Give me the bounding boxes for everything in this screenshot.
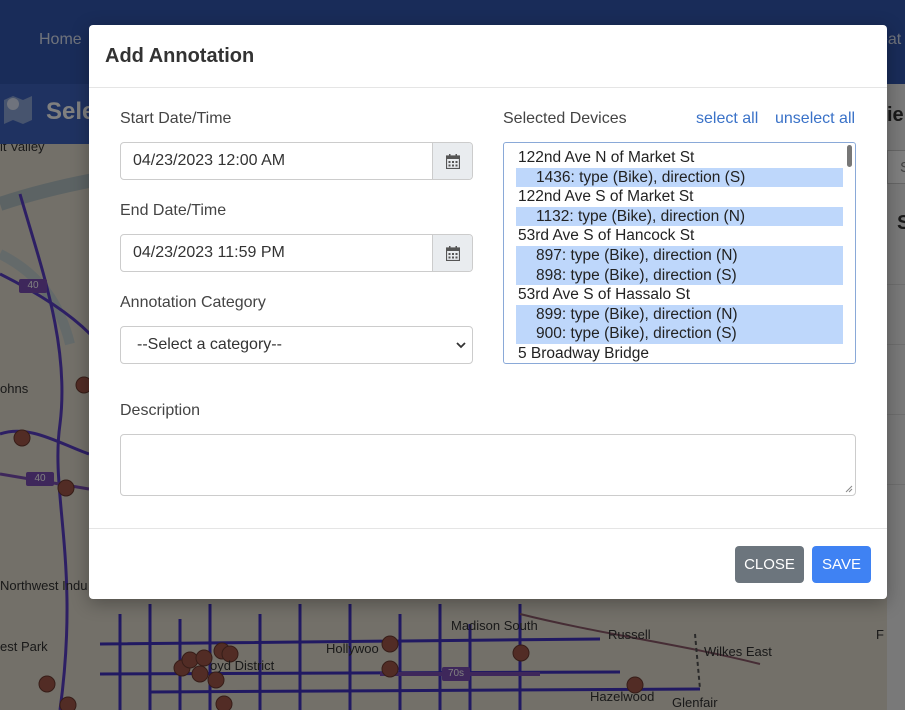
calendar-icon (446, 246, 460, 261)
device-group-label: 122nd Ave S of Market St (518, 188, 694, 206)
device-group-label: 5 Broadway Bridge (518, 345, 649, 362)
select-all-link[interactable]: select all (696, 110, 758, 128)
device-group-label: 53rd Ave S of Hassalo St (518, 286, 691, 304)
start-datetime-label: Start Date/Time (120, 110, 232, 127)
start-datetime-value: 04/23/2023 12:00 AM (133, 152, 286, 169)
end-calendar-button[interactable] (432, 235, 472, 271)
selected-devices-label: Selected Devices (503, 110, 627, 127)
start-calendar-button[interactable] (432, 143, 472, 179)
unselect-all-link[interactable]: unselect all (775, 110, 855, 128)
modal-title: Add Annotation (105, 45, 255, 67)
resize-handle-icon[interactable] (845, 485, 853, 493)
modal-header: Add Annotation (89, 25, 887, 88)
annotation-category-label: Annotation Category (120, 294, 266, 311)
end-datetime-label: End Date/Time (120, 202, 227, 219)
annotation-category-select[interactable]: --Select a category-- (120, 326, 473, 364)
device-option[interactable]: 899: type (Bike), direction (N) (516, 304, 843, 325)
device-option[interactable]: 898: type (Bike), direction (S) (516, 265, 843, 286)
start-datetime-input[interactable]: 04/23/2023 12:00 AM (120, 142, 473, 180)
close-button[interactable]: CLOSE (735, 546, 804, 583)
device-option[interactable]: 900: type (Bike), direction (S) (516, 324, 843, 344)
chevron-down-icon (456, 342, 466, 349)
device-group-label: 122nd Ave N of Market St (518, 149, 695, 166)
device-option[interactable]: 1132: type (Bike), direction (N) (516, 206, 843, 227)
modal-footer: CLOSE SAVE (89, 528, 887, 599)
description-label: Description (120, 402, 201, 419)
device-option[interactable]: 897: type (Bike), direction (N) (516, 246, 843, 266)
end-datetime-value: 04/23/2023 11:59 PM (133, 244, 285, 261)
add-annotation-modal: Add Annotation Start Date/Time 04/23/202… (89, 25, 887, 599)
device-option[interactable]: 1436: type (Bike), direction (S) (516, 167, 843, 188)
end-datetime-input[interactable]: 04/23/2023 11:59 PM (120, 234, 473, 272)
device-group-label: 53rd Ave S of Hancock St (518, 227, 695, 245)
calendar-icon (446, 154, 460, 169)
save-button[interactable]: SAVE (812, 546, 871, 583)
annotation-category-value: --Select a category-- (137, 336, 282, 353)
devices-multiselect[interactable]: 122nd Ave N of Market St 1436: type (Bike… (503, 142, 856, 364)
description-textarea[interactable] (120, 434, 856, 496)
scrollbar-thumb[interactable] (847, 145, 852, 167)
